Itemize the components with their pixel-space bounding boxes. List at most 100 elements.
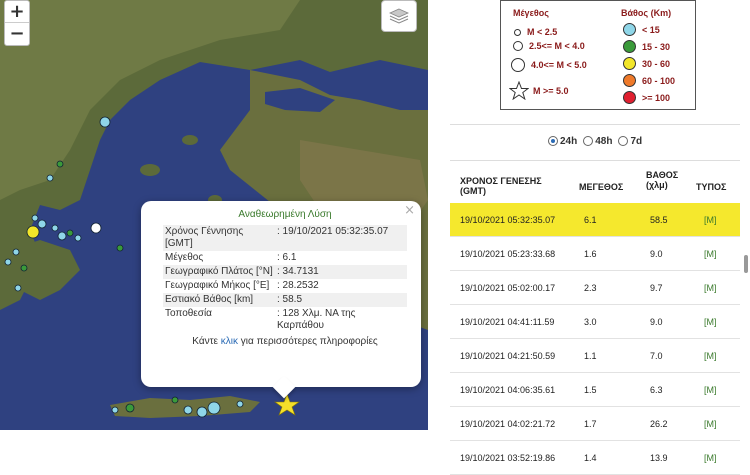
header-type: ΤΥΠΟΣ	[696, 182, 727, 192]
popup-value: : 19/10/2021 05:32:35.07	[275, 225, 407, 251]
legend-depth-header: Βάθος (Km)	[621, 8, 672, 18]
zoom-control: + −	[4, 0, 30, 46]
divider	[450, 160, 740, 161]
cell-type: [M]	[704, 215, 717, 225]
table-row[interactable]: 19/10/2021 04:02:21.72 1.7 26.2 [M]	[450, 407, 740, 441]
popup-key: Χρόνος Γέννησης [GMT]	[163, 225, 275, 251]
legend-depth-item: >= 100	[623, 91, 670, 104]
legend-depth-item: 30 - 60	[623, 57, 670, 70]
popup-more-link[interactable]: κλικ	[221, 336, 238, 347]
cell-magnitude: 1.7	[584, 419, 597, 429]
cell-type: [M]	[704, 385, 717, 395]
filter-48h[interactable]: 48h	[583, 136, 612, 147]
legend-mag-item: M >= 5.0	[509, 81, 569, 100]
popup-value: : 128 Χλμ. ΝΑ της Καρπάθου	[277, 308, 356, 331]
table-row[interactable]: 19/10/2021 04:41:11.59 3.0 9.0 [M]	[450, 305, 740, 339]
legend-mag-item: 4.0<= M < 5.0	[511, 58, 587, 72]
popup-value: : 34.7131	[275, 265, 407, 279]
cell-time: 19/10/2021 04:02:21.72	[460, 419, 556, 429]
header-magnitude: ΜΕΓΕΘΟΣ	[579, 182, 624, 192]
legend-depth-item: 60 - 100	[623, 74, 675, 87]
table-row[interactable]: 19/10/2021 04:21:50.59 1.1 7.0 [M]	[450, 339, 740, 373]
cell-time: 19/10/2021 03:52:19.86	[460, 453, 556, 463]
mag-circle-icon	[511, 58, 525, 72]
cell-magnitude: 6.1	[584, 215, 597, 225]
popup-footer-pre: Κάντε	[192, 336, 221, 347]
layers-button[interactable]	[381, 0, 417, 32]
cell-time: 19/10/2021 05:23:33.68	[460, 249, 556, 259]
events-panel: Μέγεθος Βάθος (Km) M < 2.5 2.5<= M < 4.0…	[428, 0, 750, 475]
zoom-out-button[interactable]: −	[5, 23, 29, 45]
legend-depth-item: < 15	[623, 23, 660, 36]
filter-7d[interactable]: 7d	[618, 136, 642, 147]
cell-type: [M]	[704, 249, 717, 259]
zoom-in-button[interactable]: +	[5, 1, 29, 23]
popup-row-depth: Εστιακό Βάθος [km] : 58.5	[163, 293, 407, 307]
legend-depth-item: 15 - 30	[623, 40, 670, 53]
table-row[interactable]: 19/10/2021 05:32:35.07 6.1 58.5 [M]	[450, 203, 740, 237]
cell-type: [M]	[704, 453, 717, 463]
popup-key: Γεωγραφικό Μήκος [°E]	[165, 280, 270, 291]
popup-row-magnitude: Μέγεθος : 6.1	[163, 251, 407, 265]
scrollbar-thumb[interactable]	[744, 255, 748, 273]
cell-time: 19/10/2021 05:02:00.17	[460, 283, 556, 293]
popup-title: Αναθεωρημένη Λύση	[238, 209, 332, 220]
depth-color-icon	[623, 74, 636, 87]
cell-type: [M]	[704, 317, 717, 327]
cell-type: [M]	[704, 351, 717, 361]
events-table-body: 19/10/2021 05:32:35.07 6.1 58.5 [M] 19/10/20…	[450, 203, 740, 475]
cell-time: 19/10/2021 04:41:11.59	[460, 317, 555, 327]
cell-magnitude: 3.0	[584, 317, 597, 327]
popup-row-longitude: Γεωγραφικό Μήκος [°E] : 28.2532	[163, 279, 407, 293]
cell-depth: 9.0	[650, 249, 663, 259]
popup-key: Γεωγραφικό Πλάτος [°N]	[163, 265, 275, 279]
cell-depth: 13.9	[650, 453, 668, 463]
cell-depth: 7.0	[650, 351, 663, 361]
cell-time: 19/10/2021 04:21:50.59	[460, 351, 556, 361]
popup-footer-post: για περισσότερες πληροφορίες	[238, 336, 378, 347]
header-time: ΧΡΟΝΟΣ ΓΕΝΕΣΗΣ (GMT)	[460, 176, 542, 196]
depth-color-icon	[623, 40, 636, 53]
depth-color-icon	[623, 23, 636, 36]
popup-details-table: Χρόνος Γέννησης [GMT] : 19/10/2021 05:32…	[163, 225, 407, 333]
table-row[interactable]: 19/10/2021 03:52:19.86 1.4 13.9 [M]	[450, 441, 740, 475]
cell-depth: 58.5	[650, 215, 668, 225]
popup-close-button[interactable]: ×	[404, 203, 415, 218]
mag-circle-icon	[514, 28, 521, 36]
event-popup: × Αναθεωρημένη Λύση Χρόνος Γέννησης [GMT…	[141, 201, 421, 399]
filter-24h[interactable]: 24h	[548, 136, 577, 147]
events-table-header: ΧΡΟΝΟΣ ΓΕΝΕΣΗΣ (GMT) ΜΕΓΕΘΟΣ ΒΑΘΟΣ (χλμ)…	[450, 170, 740, 200]
cell-magnitude: 1.1	[584, 351, 597, 361]
popup-value: : 6.1	[277, 252, 297, 263]
table-row[interactable]: 19/10/2021 05:02:00.17 2.3 9.7 [M]	[450, 271, 740, 305]
table-row[interactable]: 19/10/2021 04:06:35.61 1.5 6.3 [M]	[450, 373, 740, 407]
star-icon	[509, 81, 529, 100]
legend-magnitude-header: Μέγεθος	[513, 8, 549, 18]
mag-circle-icon	[513, 41, 523, 51]
popup-row-time: Χρόνος Γέννησης [GMT] : 19/10/2021 05:32…	[163, 225, 407, 251]
cell-time: 19/10/2021 05:32:35.07	[460, 215, 556, 225]
radio-icon	[618, 136, 629, 147]
cell-depth: 9.0	[650, 317, 663, 327]
popup-key: Μέγεθος	[165, 252, 204, 263]
cell-depth: 26.2	[650, 419, 668, 429]
time-filter: 24h 48h 7d	[548, 136, 642, 147]
popup-row-latitude: Γεωγραφικό Πλάτος [°N] : 34.7131	[163, 265, 407, 279]
depth-color-icon	[623, 57, 636, 70]
cell-magnitude: 1.5	[584, 385, 597, 395]
cell-type: [M]	[704, 283, 717, 293]
cell-magnitude: 2.3	[584, 283, 597, 293]
cell-time: 19/10/2021 04:06:35.61	[460, 385, 556, 395]
layers-icon	[389, 8, 409, 24]
depth-color-icon	[623, 91, 636, 104]
legend-mag-item: 2.5<= M < 4.0	[511, 41, 585, 51]
cell-type: [M]	[704, 419, 717, 429]
radio-icon	[583, 136, 594, 147]
popup-footer: Κάντε κλικ για περισσότερες πληροφορίες	[163, 336, 407, 347]
cell-depth: 9.7	[650, 283, 663, 293]
map-view[interactable]: + − × Αναθεωρημένη Λύση Χρόνος Γέννησης …	[0, 0, 428, 430]
table-row[interactable]: 19/10/2021 05:23:33.68 1.6 9.0 [M]	[450, 237, 740, 271]
cell-magnitude: 1.4	[584, 453, 597, 463]
cell-magnitude: 1.6	[584, 249, 597, 259]
legend-mag-item: M < 2.5	[511, 27, 557, 37]
